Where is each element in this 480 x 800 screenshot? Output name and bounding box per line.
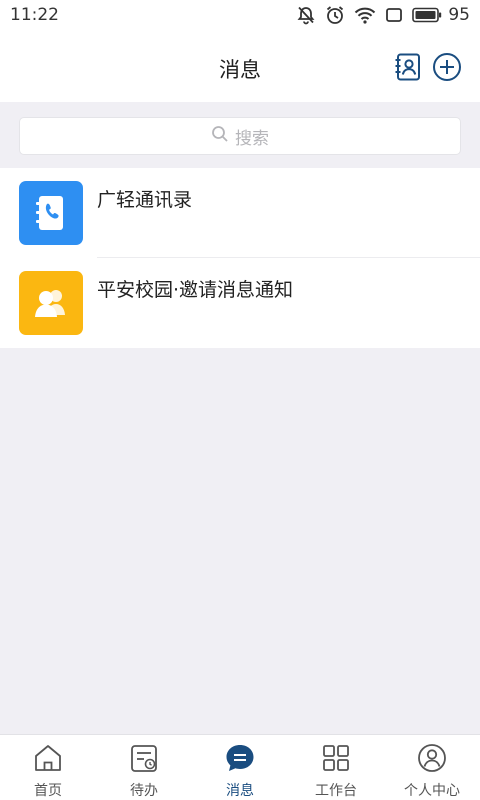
tab-profile[interactable]: 个人中心 <box>384 735 480 800</box>
search-input[interactable]: 搜索 <box>19 117 461 155</box>
tab-workbench[interactable]: 工作台 <box>288 735 384 800</box>
battery-icon <box>412 7 442 23</box>
contacts-book-icon <box>393 53 423 86</box>
list-item[interactable]: 平安校园·邀请消息通知 <box>0 258 480 348</box>
search-icon <box>211 125 229 147</box>
add-circle-icon <box>432 53 462 86</box>
search-placeholder: 搜索 <box>235 128 269 149</box>
status-bar: 11:22 95 <box>0 0 480 30</box>
status-time: 11:22 <box>10 5 59 25</box>
status-icons: 95 <box>296 5 470 25</box>
phone-book-icon <box>19 181 83 245</box>
group-users-icon <box>19 271 83 335</box>
tab-label: 消息 <box>226 783 254 799</box>
wifi-icon <box>354 6 376 24</box>
battery-level: 95 <box>448 5 470 25</box>
message-list: 广轻通讯录 平安校园·邀请消息通知 <box>0 168 480 348</box>
tab-label: 待办 <box>130 783 158 799</box>
add-button[interactable] <box>432 52 462 82</box>
tab-label: 工作台 <box>315 783 357 799</box>
list-item-title: 广轻通讯录 <box>97 189 193 211</box>
contacts-button[interactable] <box>393 52 423 82</box>
list-item[interactable]: 广轻通讯录 <box>0 168 480 258</box>
search-area: 搜索 <box>0 102 480 168</box>
message-icon <box>223 741 257 775</box>
tab-todo[interactable]: 待办 <box>96 735 192 800</box>
tab-label: 个人中心 <box>404 783 460 799</box>
tab-label: 首页 <box>34 783 62 799</box>
header: 消息 <box>0 30 480 102</box>
alarm-icon <box>325 5 345 25</box>
tab-bar: 首页 待办 消息 工作台 个人中心 <box>0 734 480 800</box>
todo-calendar-icon <box>127 741 161 775</box>
home-icon <box>31 741 65 775</box>
tab-message[interactable]: 消息 <box>192 735 288 800</box>
screen-icon <box>385 6 403 24</box>
user-profile-icon <box>415 741 449 775</box>
mute-icon <box>296 5 316 25</box>
list-item-title: 平安校园·邀请消息通知 <box>97 279 294 301</box>
grid-apps-icon <box>319 741 353 775</box>
tab-home[interactable]: 首页 <box>0 735 96 800</box>
